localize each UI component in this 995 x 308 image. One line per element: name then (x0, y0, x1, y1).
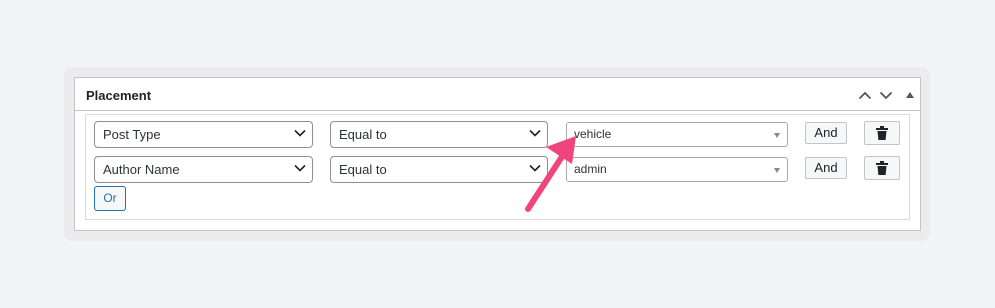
field-select[interactable]: Author Name (94, 156, 313, 183)
trash-icon (876, 161, 888, 175)
trash-icon (876, 126, 888, 140)
and-button[interactable]: And (805, 122, 847, 144)
or-button[interactable]: Or (94, 186, 126, 211)
chevron-down-icon (294, 164, 306, 172)
operator-select[interactable]: Equal to (330, 121, 548, 148)
operator-select[interactable]: Equal to (330, 156, 548, 183)
rules-container: Post Type Equal to vehicle And Author Na… (85, 114, 910, 220)
panel-title: Placement (86, 88, 152, 103)
chevron-up-icon (858, 91, 872, 99)
chevron-down-icon (529, 129, 541, 137)
triangle-up-icon (906, 92, 914, 98)
chevron-down-icon (294, 129, 306, 137)
chevron-down-icon (529, 164, 541, 172)
move-up-button[interactable] (856, 86, 874, 104)
operator-select-value: Equal to (339, 127, 387, 142)
field-select-value: Author Name (103, 162, 180, 177)
dropdown-triangle-icon (774, 168, 780, 173)
value-select-value: vehicle (574, 127, 612, 141)
value-select-value: admin (574, 162, 607, 176)
value-select[interactable]: admin (566, 157, 788, 182)
dropdown-triangle-icon (774, 133, 780, 138)
field-select-value: Post Type (103, 127, 161, 142)
move-down-button[interactable] (877, 86, 895, 104)
operator-select-value: Equal to (339, 162, 387, 177)
toggle-panel-button[interactable] (901, 86, 919, 104)
chevron-down-icon (879, 91, 893, 99)
value-select[interactable]: vehicle (566, 122, 788, 147)
delete-rule-button[interactable] (864, 156, 900, 180)
delete-rule-button[interactable] (864, 121, 900, 145)
placement-panel: Placement Post Type Equal to vehicle And (74, 77, 921, 231)
field-select[interactable]: Post Type (94, 121, 313, 148)
and-button[interactable]: And (805, 157, 847, 179)
panel-header: Placement (75, 78, 920, 111)
